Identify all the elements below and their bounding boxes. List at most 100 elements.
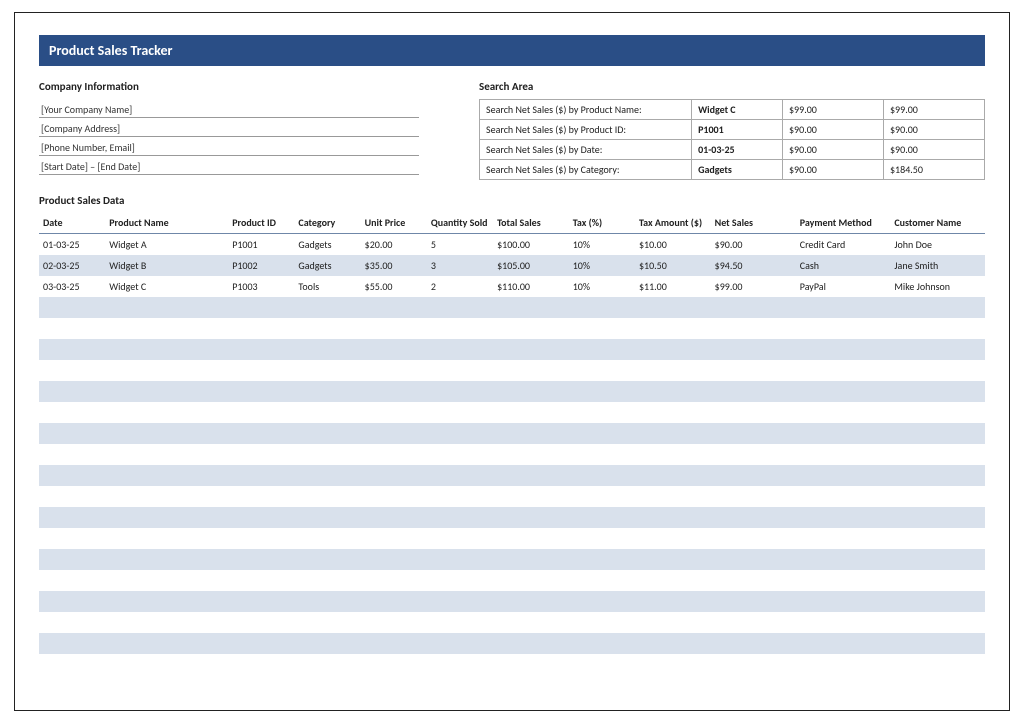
table-cell-empty	[39, 423, 985, 444]
table-cell: $10.00	[635, 234, 711, 256]
search-cell: $90.00	[782, 140, 883, 160]
table-cell: Widget B	[105, 255, 228, 276]
column-header: Total Sales	[493, 211, 569, 234]
table-cell: Jane Smith	[890, 255, 985, 276]
table-cell: 10%	[569, 276, 635, 297]
table-cell-empty	[39, 318, 985, 339]
search-cell: $99.00	[782, 100, 883, 120]
table-row-empty	[39, 381, 985, 402]
table-cell-empty	[39, 486, 985, 507]
table-row-empty	[39, 633, 985, 654]
table-row-empty	[39, 360, 985, 381]
company-info-line: [Phone Number, Email]	[39, 137, 419, 156]
search-area-section: Search Area Search Net Sales ($) by Prod…	[479, 76, 985, 180]
table-cell: $100.00	[493, 234, 569, 256]
table-cell: 03-03-25	[39, 276, 105, 297]
column-header: Net Sales	[711, 211, 796, 234]
table-cell-empty	[39, 591, 985, 612]
column-header: Tax Amount ($)	[635, 211, 711, 234]
table-cell-empty	[39, 570, 985, 591]
table-cell: P1001	[228, 234, 294, 256]
table-cell: 5	[427, 234, 493, 256]
table-cell-empty	[39, 549, 985, 570]
table-cell: $94.50	[711, 255, 796, 276]
table-cell: Credit Card	[796, 234, 891, 256]
table-cell: $99.00	[711, 276, 796, 297]
table-cell: Widget C	[105, 276, 228, 297]
table-cell: $20.00	[361, 234, 427, 256]
table-row: 02-03-25Widget BP1002Gadgets$35.003$105.…	[39, 255, 985, 276]
table-cell: Gadgets	[294, 255, 360, 276]
table-cell: $110.00	[493, 276, 569, 297]
sales-data-heading: Product Sales Data	[39, 188, 985, 211]
column-header: Tax (%)	[569, 211, 635, 234]
search-cell: $90.00	[782, 120, 883, 140]
column-header: Category	[294, 211, 360, 234]
page-title: Product Sales Tracker	[39, 35, 985, 66]
table-cell-empty	[39, 528, 985, 549]
table-cell: $10.50	[635, 255, 711, 276]
table-cell-empty	[39, 444, 985, 465]
table-cell: $35.00	[361, 255, 427, 276]
table-cell-empty	[39, 612, 985, 633]
table-row-empty	[39, 318, 985, 339]
table-cell: PayPal	[796, 276, 891, 297]
search-cell: Gadgets	[692, 160, 783, 180]
column-header: Quantity Sold	[427, 211, 493, 234]
column-header: Product Name	[105, 211, 228, 234]
table-cell: 10%	[569, 255, 635, 276]
table-cell-empty	[39, 507, 985, 528]
table-row-empty	[39, 465, 985, 486]
company-info-section: Company Information [Your Company Name][…	[39, 76, 419, 180]
table-cell: $55.00	[361, 276, 427, 297]
table-cell: 02-03-25	[39, 255, 105, 276]
table-cell-empty	[39, 465, 985, 486]
table-row-empty	[39, 591, 985, 612]
table-row-empty	[39, 423, 985, 444]
search-row: Search Net Sales ($) by Date:01-03-25$90…	[480, 140, 985, 160]
column-header: Product ID	[228, 211, 294, 234]
table-row-empty	[39, 444, 985, 465]
company-info-lines: [Your Company Name][Company Address][Pho…	[39, 99, 419, 175]
search-row: Search Net Sales ($) by Category:Gadgets…	[480, 160, 985, 180]
table-cell: Cash	[796, 255, 891, 276]
table-row-empty	[39, 612, 985, 633]
search-cell: Search Net Sales ($) by Product ID:	[480, 120, 692, 140]
table-cell: Mike Johnson	[890, 276, 985, 297]
table-cell-empty	[39, 360, 985, 381]
table-cell: Gadgets	[294, 234, 360, 256]
table-cell-empty	[39, 339, 985, 360]
table-cell: P1003	[228, 276, 294, 297]
table-cell: Tools	[294, 276, 360, 297]
search-cell: $99.00	[883, 100, 984, 120]
search-cell: $90.00	[883, 120, 984, 140]
top-section: Company Information [Your Company Name][…	[39, 76, 985, 180]
table-cell: P1002	[228, 255, 294, 276]
table-row-empty	[39, 339, 985, 360]
table-cell: $105.00	[493, 255, 569, 276]
table-row-empty	[39, 297, 985, 318]
table-row-empty	[39, 486, 985, 507]
column-header: Unit Price	[361, 211, 427, 234]
table-cell: $90.00	[711, 234, 796, 256]
company-info-line: [Your Company Name]	[39, 99, 419, 118]
document-frame: Product Sales Tracker Company Informatio…	[14, 12, 1010, 711]
column-header: Date	[39, 211, 105, 234]
table-cell-empty	[39, 402, 985, 423]
company-info-line: [Start Date] – [End Date]	[39, 156, 419, 175]
search-cell: Search Net Sales ($) by Product Name:	[480, 100, 692, 120]
search-cell: $90.00	[883, 140, 984, 160]
search-row: Search Net Sales ($) by Product Name:Wid…	[480, 100, 985, 120]
table-row-empty	[39, 549, 985, 570]
table-cell-empty	[39, 633, 985, 654]
column-header: Payment Method	[796, 211, 891, 234]
table-cell: 2	[427, 276, 493, 297]
table-row: 01-03-25Widget AP1001Gadgets$20.005$100.…	[39, 234, 985, 256]
search-cell: $184.50	[883, 160, 984, 180]
table-cell-empty	[39, 381, 985, 402]
sales-data-table: DateProduct NameProduct IDCategoryUnit P…	[39, 211, 985, 654]
search-cell: $90.00	[782, 160, 883, 180]
table-cell: 01-03-25	[39, 234, 105, 256]
table-cell-empty	[39, 297, 985, 318]
table-cell: 10%	[569, 234, 635, 256]
